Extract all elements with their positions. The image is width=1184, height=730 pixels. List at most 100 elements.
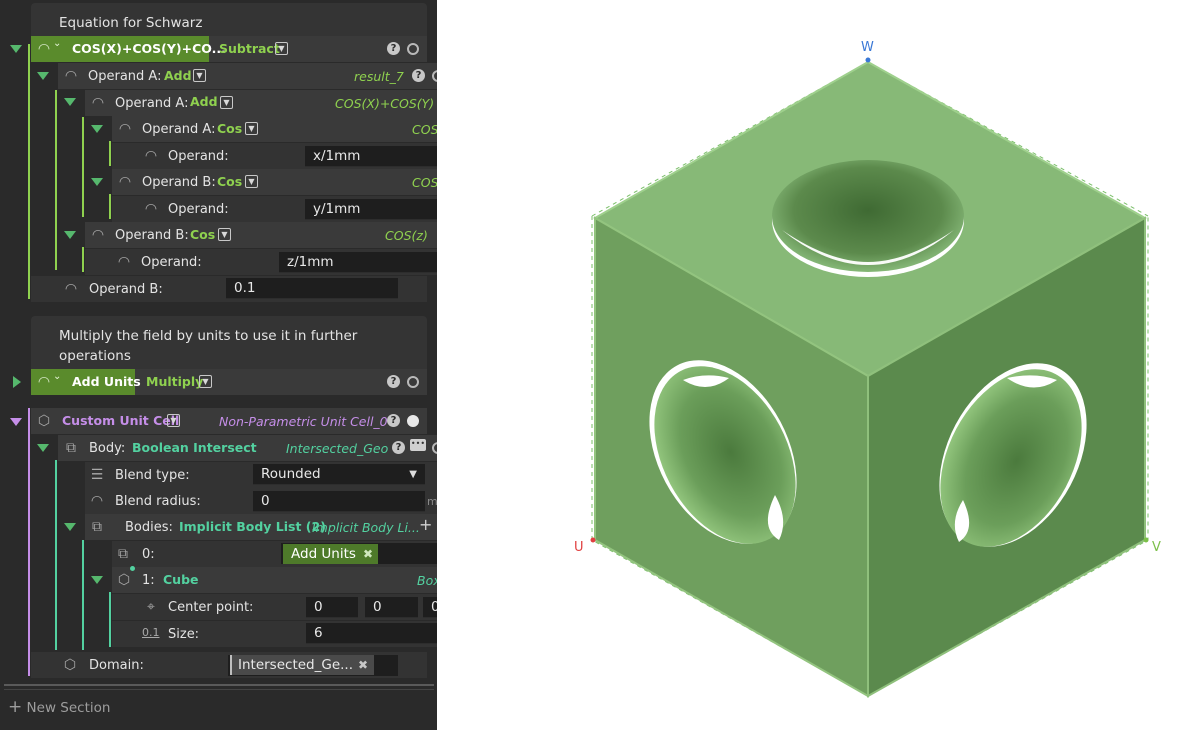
help-icon[interactable]: ? (387, 42, 400, 55)
unit-label: mm (427, 495, 437, 508)
operand-label: Operand A: (142, 122, 216, 137)
node-title[interactable]: Custom Unit Cell (62, 413, 179, 428)
add-icon[interactable]: + (419, 515, 432, 534)
chip-label: Add Units (291, 546, 356, 562)
node-title[interactable]: Add Units (72, 374, 141, 389)
result-name: COS(y) (412, 175, 437, 190)
operand-input[interactable]: y/1mm (305, 199, 437, 220)
domain-label: Domain: (89, 658, 144, 673)
expand-toggle[interactable] (91, 576, 103, 584)
expand-toggle[interactable] (37, 72, 49, 80)
operand-label: Operand A: (115, 96, 189, 111)
operand-label: Operand B: (142, 175, 216, 190)
note-text: Equation for Schwarz (59, 15, 203, 31)
close-icon[interactable]: ✖ (363, 544, 373, 564)
size-input[interactable]: 6 (306, 623, 437, 644)
tree-line (82, 247, 84, 272)
comment-note[interactable]: Equation for Schwarz (31, 3, 427, 36)
node-title[interactable]: COS(X)+COS(Y)+CO... (72, 41, 226, 56)
output-port-icon[interactable] (407, 376, 419, 388)
node-custom-unit-cell[interactable]: ⬡ Custom Unit Cell ▼ Non-Parametric Unit… (31, 408, 427, 434)
note-text: Multiply the field by units to use it in… (59, 328, 358, 364)
divider (4, 689, 434, 690)
operand-input[interactable]: x/1mm (305, 146, 437, 167)
chevron-down-icon[interactable]: ▼ (245, 175, 258, 188)
output-port-icon[interactable] (407, 43, 419, 55)
expand-toggle[interactable] (37, 444, 49, 452)
field-icon: ◠ (64, 68, 78, 84)
comment-note[interactable]: Multiply the field by units to use it in… (31, 316, 427, 369)
add-icon: + (8, 697, 23, 717)
node-add[interactable]: ◠ Operand A: Add ▼ result_7 ? (58, 63, 437, 89)
expand-toggle[interactable] (10, 45, 22, 53)
domain-chip[interactable]: Intersected_Ge... ✖ (230, 655, 374, 675)
comment-icon[interactable]: ••• (410, 439, 426, 451)
node-subtract[interactable]: ◠ ⌄ COS(X)+COS(Y)+CO... Subtract ▼ ? (31, 36, 427, 62)
chevron-down-icon[interactable]: ▼ (218, 228, 231, 241)
number-icon: 0.1 (142, 626, 160, 639)
node-cube[interactable]: ⬡ 1: Cube Box_0 ? (112, 566, 437, 593)
operation-label: Boolean Intersect (132, 440, 257, 455)
node-cos-z[interactable]: ◠ Operand B: Cos ▼ COS(z) ? (85, 222, 437, 248)
body-icon: ⧉ (118, 546, 128, 562)
expand-toggle[interactable] (13, 376, 21, 388)
field-icon: ◠ (91, 95, 105, 111)
chevron-down-icon[interactable]: ▼ (199, 375, 212, 388)
chevron-down-icon[interactable]: ▼ (245, 122, 258, 135)
operand-label: Operand: (168, 149, 229, 164)
expand-toggle[interactable] (91, 125, 103, 133)
tree-line (109, 592, 111, 647)
operand-label: Operand B: (115, 228, 189, 243)
node-cos-y[interactable]: ◠ Operand B: Cos ▼ COS(y) ? (112, 169, 437, 195)
chevron-down-icon[interactable]: ▼ (409, 464, 417, 485)
expand-toggle[interactable] (10, 418, 22, 426)
output-port-icon[interactable] (407, 415, 419, 427)
blend-type-label: Blend type: (115, 468, 190, 483)
expand-toggle[interactable] (64, 523, 76, 531)
center-x-input[interactable]: 0 (306, 597, 358, 618)
expand-toggle[interactable] (91, 178, 103, 186)
blend-radius-input[interactable]: 0 (253, 491, 425, 512)
chevron-down-icon[interactable]: ▼ (193, 69, 206, 82)
node-boolean-intersect[interactable]: ⧉ Body: Boolean Intersect Intersected_Ge… (58, 435, 437, 461)
center-y-input[interactable]: 0 (365, 597, 418, 618)
tree-line (82, 540, 84, 650)
expand-toggle[interactable] (64, 98, 76, 106)
result-name: result_7 (354, 69, 404, 84)
new-section-button[interactable]: + New Section (8, 697, 110, 717)
node-tree-panel: Equation for Schwarz ◠ ⌄ COS(X)+COS(Y)+C… (0, 0, 437, 730)
chevron-down-icon[interactable]: ⌄ (53, 371, 61, 382)
help-icon[interactable]: ? (392, 441, 405, 454)
node-add-inner[interactable]: ◠ Operand A: Add ▼ COS(X)+COS(Y) ? (85, 90, 437, 116)
operand-label: Operand A: (88, 69, 162, 84)
help-icon[interactable]: ? (387, 414, 400, 427)
bodies-label: Bodies: (125, 520, 173, 535)
chevron-down-icon[interactable]: ▼ (220, 96, 233, 109)
result-name: COS(x) (412, 122, 437, 137)
chevron-down-icon[interactable]: ⌄ (53, 38, 61, 49)
result-name: COS(X)+COS(Y) (335, 96, 435, 111)
expand-toggle[interactable] (64, 231, 76, 239)
field-icon: ◠ (91, 227, 105, 243)
tree-line (109, 141, 111, 166)
center-z-input[interactable]: 0 (423, 597, 437, 618)
axis-label-v: V (1152, 540, 1161, 555)
item-chip[interactable]: Add Units ✖ (283, 544, 378, 564)
tree-line (28, 408, 30, 676)
node-cos-x[interactable]: ◠ Operand A: Cos ▼ COS(x) ? (112, 116, 437, 142)
field-icon: ◠ (37, 374, 51, 390)
close-icon[interactable]: ✖ (358, 655, 368, 675)
intersect-icon: ⧉ (66, 440, 76, 456)
help-icon[interactable]: ? (412, 69, 425, 82)
operand-input[interactable]: z/1mm (279, 252, 437, 273)
help-icon[interactable]: ? (387, 375, 400, 388)
node-implicit-body-list[interactable]: ⧉ Bodies: Implicit Body List (2) Implici… (85, 514, 437, 540)
field-icon: ◠ (90, 493, 104, 509)
operand-input[interactable]: 0.1 (226, 278, 398, 299)
node-add-units[interactable]: ◠ ⌄ Add Units Multiply ▼ ? (31, 369, 427, 395)
3d-viewport[interactable]: W U V (437, 0, 1184, 730)
axis-label-w: W (861, 40, 874, 55)
blend-type-select[interactable]: Rounded ▼ (253, 464, 425, 485)
chevron-down-icon[interactable]: ▼ (275, 42, 288, 55)
chevron-down-icon[interactable]: ▼ (167, 414, 180, 427)
